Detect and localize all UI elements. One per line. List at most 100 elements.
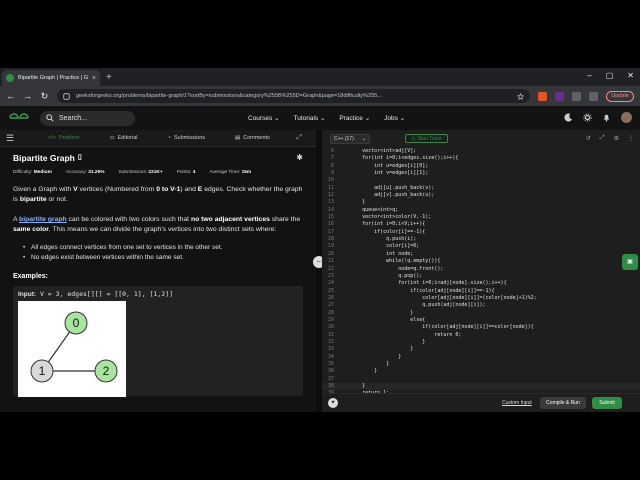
close-window-button[interactable]: ✕ bbox=[627, 71, 634, 80]
reload-button[interactable]: ↻ bbox=[40, 91, 49, 102]
problem-tabs: ☰ </> Problem ▭ Editorial ◔ Submissions … bbox=[0, 130, 316, 147]
line-number: 11 bbox=[327, 184, 334, 191]
hamburger-menu-icon[interactable]: ☰ bbox=[6, 133, 18, 144]
back-button[interactable]: ← bbox=[6, 91, 15, 101]
settings-icon[interactable] bbox=[583, 113, 592, 122]
url-field[interactable]: geeksforgeeks.org/problems/bipartite-gra… bbox=[57, 89, 531, 103]
user-avatar[interactable] bbox=[621, 112, 632, 123]
code-line[interactable]: 32 } bbox=[322, 339, 640, 346]
line-text: adj[v].push_back(u); bbox=[338, 192, 435, 199]
code-line[interactable]: 29 else{ bbox=[322, 317, 640, 324]
code-line[interactable]: 17 if(color[i]==-1){ bbox=[322, 229, 640, 236]
code-line[interactable]: 23 q.pop(); bbox=[322, 273, 640, 280]
tab-problem[interactable]: </> Problem bbox=[48, 135, 79, 141]
wallet-icon[interactable] bbox=[589, 91, 599, 101]
line-text: for(int i=0;i<edges.size();i++){ bbox=[338, 155, 459, 162]
expand-icon[interactable]: ⤢ bbox=[296, 134, 302, 142]
code-line[interactable]: 20 int node; bbox=[322, 251, 640, 258]
menu-courses[interactable]: Courses ⌄ bbox=[248, 114, 279, 122]
code-line[interactable]: 34 } bbox=[322, 354, 640, 361]
code-line[interactable]: 19 color[i]=0; bbox=[322, 243, 640, 250]
search-icon bbox=[46, 114, 54, 122]
more-options-icon[interactable]: ⋮ bbox=[628, 135, 634, 142]
code-line[interactable]: 21 while(!q.empty()){ bbox=[322, 258, 640, 265]
code-line[interactable]: 6 vector<int>adj[V]; bbox=[322, 148, 640, 155]
code-line[interactable]: 38 } bbox=[322, 383, 640, 391]
brave-shield-icon[interactable] bbox=[538, 91, 548, 101]
tab-editorial[interactable]: ▭ Editorial bbox=[109, 135, 137, 141]
compile-run-button[interactable]: Compile & Run bbox=[540, 397, 586, 409]
line-number: 12 bbox=[327, 192, 334, 199]
code-line[interactable]: 26 color[adj[node][i]]=(color[node]+1)%2… bbox=[322, 295, 640, 302]
code-line[interactable]: 12 adj[v].push_back(u); bbox=[322, 192, 640, 199]
code-line[interactable]: 30 if(color[adj[node][i]]==color[node]){ bbox=[322, 324, 640, 331]
update-button[interactable]: Update bbox=[606, 90, 634, 102]
code-line[interactable]: 9 int v=edges[i][1]; bbox=[322, 170, 640, 177]
maximize-button[interactable]: ▢ bbox=[606, 71, 614, 80]
line-number: 28 bbox=[327, 309, 334, 316]
reset-icon[interactable]: ↺ bbox=[586, 135, 591, 142]
line-text: vector<int>adj[V]; bbox=[338, 148, 417, 154]
code-line[interactable]: 22 node=q.front(); bbox=[322, 266, 640, 273]
menu-practice[interactable]: Practice ⌄ bbox=[339, 114, 370, 122]
line-number: 24 bbox=[327, 280, 334, 287]
menu-jobs[interactable]: Jobs ⌄ bbox=[384, 114, 405, 122]
search-input[interactable]: Search... bbox=[59, 115, 87, 122]
fullscreen-icon[interactable]: ⤢ bbox=[600, 135, 605, 142]
tab-comments[interactable]: ▤ Comments bbox=[235, 135, 270, 141]
code-line[interactable]: 15 vector<int>color(V,-1); bbox=[322, 214, 640, 221]
minimize-button[interactable]: – bbox=[587, 71, 591, 80]
code-line[interactable]: 13 } bbox=[322, 199, 640, 206]
code-line[interactable]: 35 } bbox=[322, 361, 640, 368]
notification-bell-icon[interactable] bbox=[602, 113, 611, 122]
line-number: 19 bbox=[327, 243, 334, 250]
code-line[interactable]: 14 queue<int>q; bbox=[322, 207, 640, 214]
forward-button[interactable]: → bbox=[23, 91, 32, 101]
code-line[interactable]: 10 bbox=[322, 177, 640, 184]
code-area[interactable]: 6 vector<int>adj[V]; 7 for(int i=0;i<edge… bbox=[322, 148, 640, 411]
code-line[interactable]: 28 } bbox=[322, 310, 640, 317]
lightbulb-icon[interactable]: ✦ bbox=[328, 398, 338, 408]
line-number: 14 bbox=[327, 206, 334, 213]
line-number: 30 bbox=[327, 324, 334, 331]
editor-settings-icon[interactable]: ⚙ bbox=[614, 135, 619, 142]
bookmark-icon[interactable]: ▯ bbox=[78, 153, 82, 163]
code-line[interactable]: 16 for(int i=0;i<V;i++){ bbox=[322, 221, 640, 228]
code-line[interactable]: 36 } bbox=[322, 368, 640, 375]
gfg-logo-icon[interactable] bbox=[8, 112, 30, 124]
start-timer-button[interactable]: ◷ Start Timer bbox=[405, 134, 448, 143]
new-tab-button[interactable]: + bbox=[106, 70, 112, 86]
sidebar-toggle-icon[interactable] bbox=[572, 91, 582, 101]
code-line[interactable]: 18 q.push(i); bbox=[322, 236, 640, 243]
extension-icon[interactable] bbox=[555, 91, 565, 101]
comments-icon: ▤ bbox=[235, 135, 241, 141]
timer-icon: ◷ bbox=[411, 135, 416, 142]
language-select[interactable]: C++ (17) ⌄ bbox=[330, 133, 370, 144]
custom-input-link[interactable]: Custom Input bbox=[502, 400, 532, 406]
code-line[interactable]: 37 bbox=[322, 376, 640, 383]
menu-tutorials[interactable]: Tutorials ⌄ bbox=[293, 114, 325, 122]
browser-tab[interactable]: Bipartite Graph | Practice | Geek × bbox=[2, 70, 100, 86]
code-line[interactable]: 11 adj[u].push_back(v); bbox=[322, 185, 640, 192]
code-line[interactable]: 33 } bbox=[322, 346, 640, 353]
close-tab-icon[interactable]: × bbox=[92, 75, 96, 82]
points-meta: Points: 4 bbox=[176, 170, 196, 175]
bookmark-star-icon[interactable] bbox=[517, 92, 525, 100]
editor-footer: ✦ Custom Input Compile & Run Submit bbox=[322, 393, 640, 412]
code-line[interactable]: 24 for(int i=0;i<adj[node].size();i++){ bbox=[322, 280, 640, 287]
report-bug-icon[interactable]: ✱ bbox=[296, 153, 303, 162]
code-line[interactable]: 7 for(int i=0;i<edges.size();i++){ bbox=[322, 155, 640, 162]
chat-icon[interactable]: ▣ bbox=[622, 254, 638, 270]
code-line[interactable]: 31 return 0; bbox=[322, 332, 640, 339]
code-line[interactable]: 8 int u=edges[i][0]; bbox=[322, 163, 640, 170]
search-box[interactable]: Search... bbox=[40, 110, 135, 126]
url-text: geeksforgeeks.org/problems/bipartite-gra… bbox=[76, 93, 382, 99]
tab-submissions[interactable]: ◔ Submissions bbox=[168, 135, 206, 141]
bipartite-graph-link[interactable]: bipartite graph bbox=[19, 216, 67, 223]
code-line[interactable]: 27 q.push(adj[node][i]); bbox=[322, 302, 640, 309]
theme-toggle-icon[interactable] bbox=[564, 113, 573, 122]
code-line[interactable]: 25 if(color[adj[node][i]]==-1){ bbox=[322, 288, 640, 295]
line-number: 36 bbox=[327, 368, 334, 375]
submit-button[interactable]: Submit bbox=[592, 397, 622, 409]
site-info-icon[interactable] bbox=[63, 92, 70, 100]
